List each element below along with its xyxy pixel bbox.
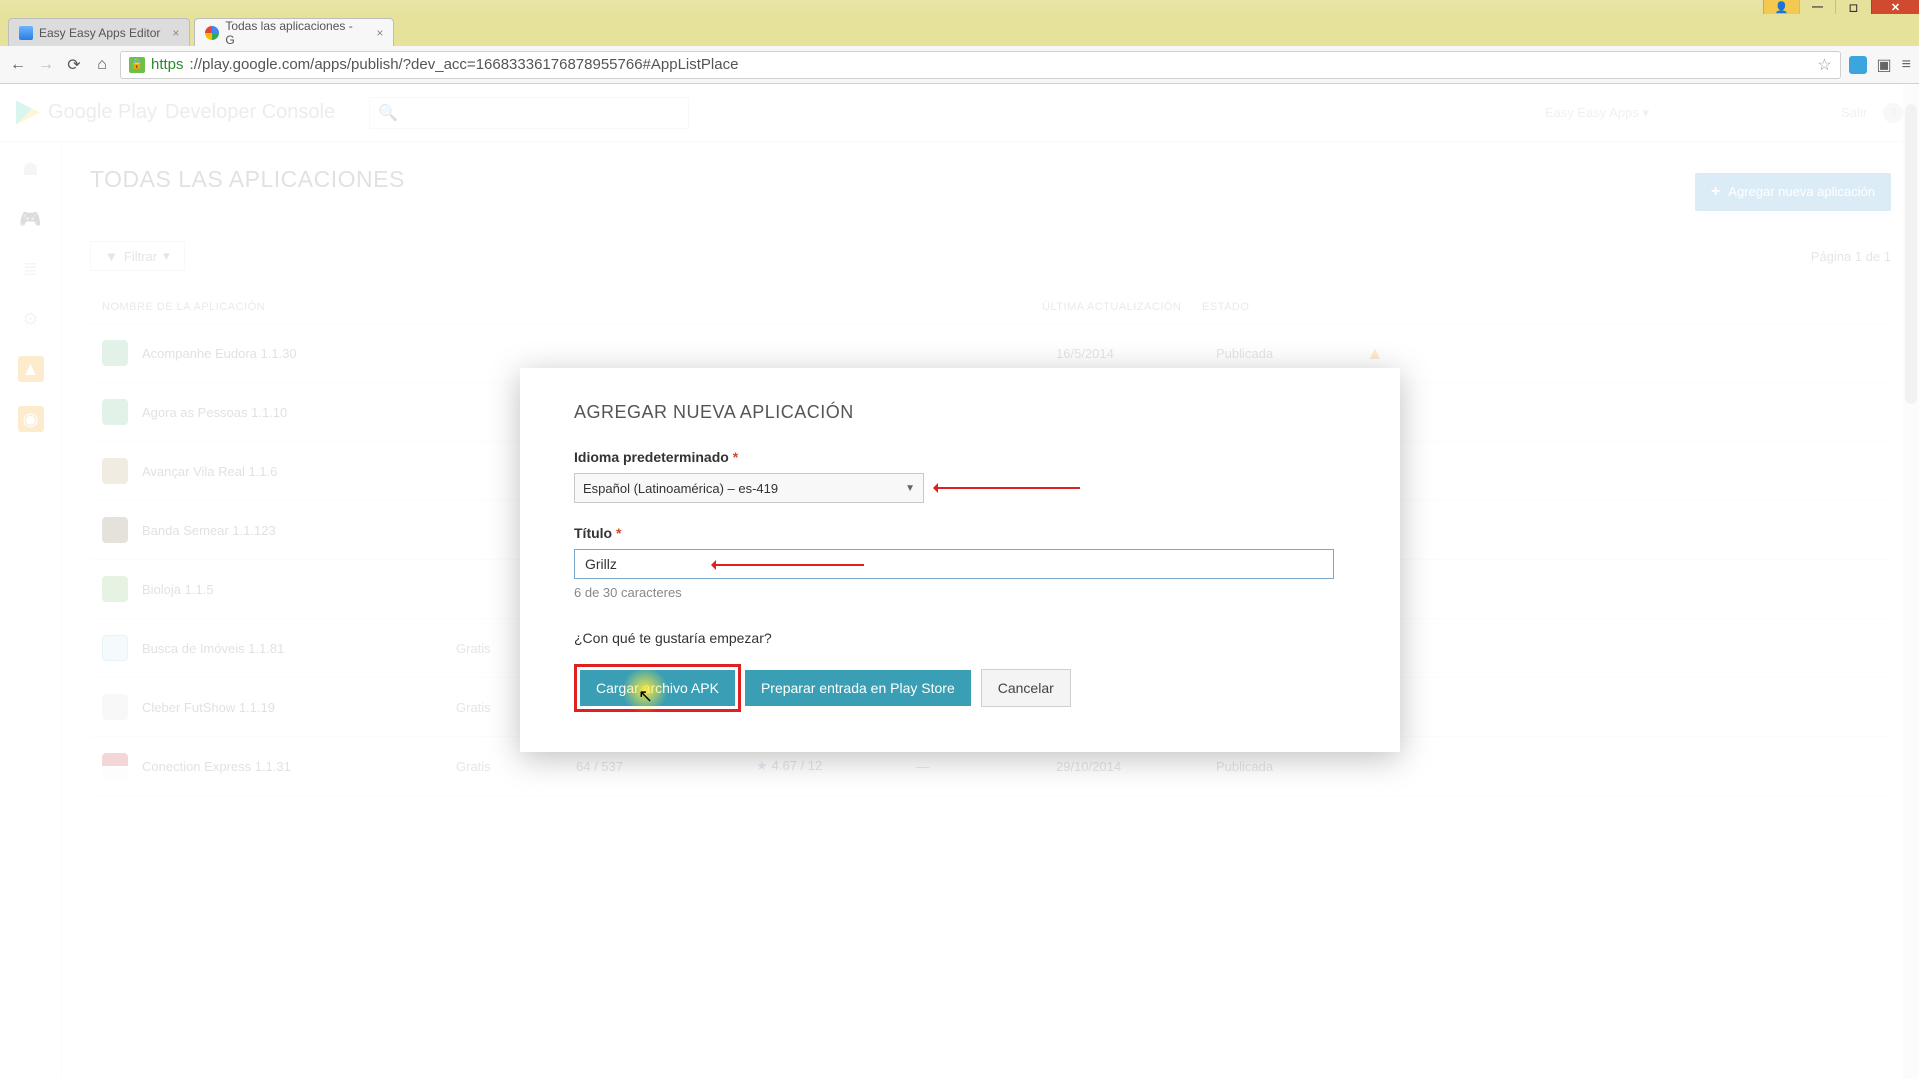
menu-icon[interactable]: ≡ [1902, 56, 1911, 74]
tab-play-console[interactable]: Todas las aplicaciones - G × [194, 18, 394, 46]
annotation-arrow [936, 487, 1080, 489]
tab-bar: Easy Easy Apps Editor × Todas las aplica… [0, 14, 1919, 46]
prepare-listing-button[interactable]: Preparar entrada en Play Store [745, 670, 971, 706]
tab-label: Todas las aplicaciones - G [225, 19, 364, 47]
panel-icon[interactable]: ▣ [1877, 55, 1892, 75]
browser-toolbar: ← → ⟳ ⌂ 🔒 https ://play.google.com/apps/p… [0, 46, 1919, 84]
modal-buttons: Cargar archivo APK ↖ Preparar entrada en… [574, 664, 1346, 712]
annotation-highlight: Cargar archivo APK ↖ [574, 664, 741, 712]
title-input[interactable] [574, 549, 1334, 579]
back-button[interactable]: ← [8, 55, 28, 75]
cancel-button[interactable]: Cancelar [981, 669, 1071, 707]
prepare-label: Preparar entrada en Play Store [761, 680, 955, 696]
chevron-down-icon: ▼ [905, 483, 915, 494]
tab-easy-apps[interactable]: Easy Easy Apps Editor × [8, 18, 190, 46]
maximize-button[interactable]: ◻ [1835, 0, 1871, 14]
window-titlebar: 👤 — ◻ ✕ [0, 0, 1919, 14]
upload-apk-label: Cargar archivo APK [596, 680, 719, 696]
minimize-button[interactable]: — [1799, 0, 1835, 14]
close-tab-icon[interactable]: × [172, 26, 179, 40]
language-value: Español (Latinoamérica) – es-419 [583, 481, 778, 496]
char-count: 6 de 30 caracteres [574, 585, 1346, 600]
lock-icon: 🔒 [129, 57, 145, 73]
upload-apk-button[interactable]: Cargar archivo APK ↖ [580, 670, 735, 706]
url-protocol: https [151, 56, 184, 73]
url-path: ://play.google.com/apps/publish/?dev_acc… [190, 56, 739, 73]
favicon-icon [205, 26, 219, 40]
close-window-button[interactable]: ✕ [1871, 0, 1919, 14]
modal-title: AGREGAR NUEVA APLICACIÓN [574, 402, 1346, 423]
title-label: Título * [574, 525, 1346, 541]
toolbar-right: ▣ ≡ [1849, 55, 1911, 75]
annotation-arrow [714, 564, 864, 566]
home-button[interactable]: ⌂ [92, 55, 112, 75]
tab-label: Easy Easy Apps Editor [39, 26, 160, 40]
forward-button[interactable]: → [36, 55, 56, 75]
start-prompt: ¿Con qué te gustaría empezar? [574, 630, 1346, 646]
favicon-icon [19, 26, 33, 40]
window-controls: 👤 — ◻ ✕ [1763, 0, 1919, 14]
user-switch-button[interactable]: 👤 [1763, 0, 1799, 14]
language-select[interactable]: Español (Latinoamérica) – es-419 ▼ [574, 473, 924, 503]
reload-button[interactable]: ⟳ [64, 55, 84, 75]
bookmark-icon[interactable]: ☆ [1817, 55, 1831, 75]
viewport: Google Play Developer Console 🔍 Easy Eas… [0, 84, 1919, 1079]
extension-icon[interactable] [1849, 56, 1867, 74]
address-bar[interactable]: 🔒 https ://play.google.com/apps/publish/?… [120, 51, 1841, 79]
close-tab-icon[interactable]: × [376, 26, 383, 40]
add-app-modal: AGREGAR NUEVA APLICACIÓN Idioma predeter… [520, 368, 1400, 752]
language-label: Idioma predeterminado * [574, 449, 1346, 465]
cancel-label: Cancelar [998, 680, 1054, 696]
